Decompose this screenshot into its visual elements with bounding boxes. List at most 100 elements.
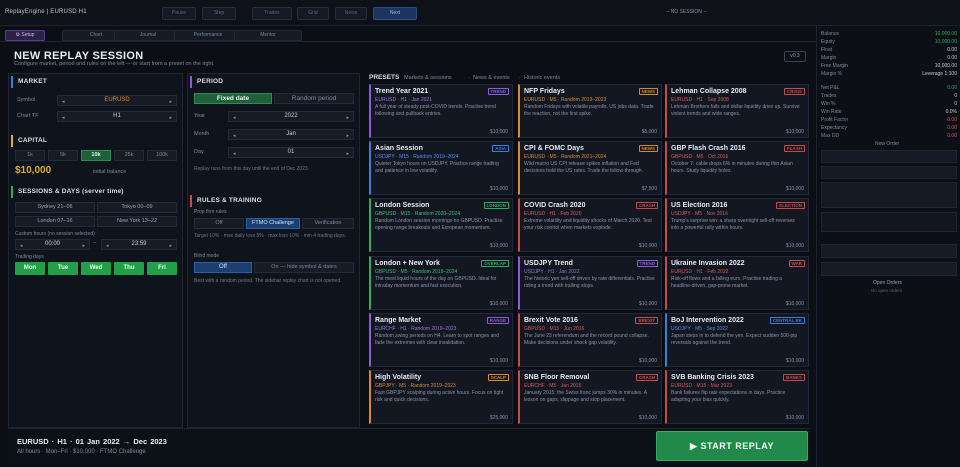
capital-option-10k[interactable]: 10k (81, 150, 111, 161)
preset-card[interactable]: Brexit Vote 2016 GBPUSD · M15 · Jun 2016 T… (518, 313, 662, 367)
market-heading: MARKET (11, 76, 181, 88)
chevron-left-icon: ◂ (233, 133, 236, 139)
account-key: Free Margin (821, 63, 848, 69)
year-select[interactable]: ◂ 2022 ▸ (228, 111, 354, 122)
preset-card[interactable]: GBP Flash Crash 2016 GBPUSD · M5 · Oct 20… (665, 141, 809, 195)
preset-card[interactable]: Asian Session USDJPY · M15 · Random 2019–… (369, 141, 513, 195)
preset-capital: $10,000 (489, 243, 508, 249)
grid-button[interactable]: Grid (297, 7, 329, 20)
prop-verification[interactable]: Verification (302, 218, 354, 229)
preset-card[interactable]: US Election 2016 USDJPY · M5 · Nov 2016 Tr… (665, 198, 809, 252)
mode-random-period[interactable]: Random period (274, 93, 354, 104)
preset-badge: SCALP (487, 374, 509, 381)
capital-option-25k[interactable]: 25k (114, 150, 144, 161)
no-orders-text: No open orders (871, 288, 903, 293)
account-value: 10,000.00 (934, 63, 957, 69)
next-button[interactable]: Next (373, 7, 417, 20)
preset-title: NFP Fridays (524, 88, 565, 95)
custom-hours-from[interactable]: ◂ 00:00 ▸ (15, 239, 90, 250)
preset-badge: BANKS (782, 374, 805, 381)
news-button[interactable]: News (335, 7, 367, 20)
range-dash: – (93, 240, 97, 246)
tab-mentor[interactable]: Mentor (234, 30, 302, 41)
middle-column: PERIOD Fixed date Random period Year ◂ 2… (187, 73, 360, 428)
stat-row: Win Rate 0.0% (821, 108, 957, 116)
version-badge: v0.3 (784, 51, 806, 62)
tab-setup[interactable]: ⚙ Setup (5, 30, 45, 41)
preset-card[interactable]: USDJPY Trend USDJPY · H1 · Jan 2022 The hi… (518, 256, 662, 310)
filter-sep: · (519, 75, 521, 81)
tab-performance[interactable]: Performance (174, 30, 242, 41)
capital-option-5k[interactable]: 5k (48, 150, 78, 161)
preset-capital: $10,000 (785, 243, 804, 249)
preset-capital: $10,000 (489, 301, 508, 307)
filter-historic-events[interactable]: Historic events (524, 75, 560, 81)
lot-size-input[interactable] (821, 166, 957, 179)
start-replay-button[interactable]: ▶ START REPLAY (656, 431, 808, 461)
prop-rules-label: Prop firm rules (194, 209, 227, 215)
chevron-left-icon: ◂ (233, 115, 236, 121)
preset-card[interactable]: Lehman Collapse 2008 EURUSD · H1 · Sep 20… (665, 84, 809, 138)
preset-card[interactable]: BoJ Intervention 2022 USDJPY · M5 · Sep 2… (665, 313, 809, 367)
day-tue[interactable]: Tue (48, 262, 78, 275)
month-select[interactable]: ◂ Jan ▸ (228, 129, 354, 140)
preset-card[interactable]: London Session GBPUSD · M15 · Random 2020… (369, 198, 513, 252)
filter-sep: · (468, 75, 470, 81)
day-mon[interactable]: Mon (15, 262, 45, 275)
session-london[interactable]: London 07–16 (15, 216, 95, 227)
period-note: Replay runs from this day until the end … (194, 166, 310, 172)
preset-card[interactable]: Range Market EURCHF · H1 · Random 2019–20… (369, 313, 513, 367)
preset-subtitle: EURUSD · H1 · Feb 2022 (671, 269, 729, 275)
session-tokyo[interactable]: Tokyo 00–09 (97, 202, 177, 213)
trading-days-label: Trading days (15, 254, 44, 260)
preset-capital: $10,000 (785, 415, 804, 421)
preset-card[interactable]: NFP Fridays EURUSD · M5 · Random 2019–202… (518, 84, 662, 138)
pause-button[interactable]: Pause (162, 7, 196, 20)
account-key: Margin % (821, 71, 843, 77)
day-wed[interactable]: Wed (81, 262, 111, 275)
preset-card[interactable]: SVB Banking Crisis 2023 EURUSD · M15 · Ma… (665, 370, 809, 424)
preset-badge: WAR (788, 260, 805, 267)
blind-on[interactable]: On — hide symbol & dates (254, 262, 354, 273)
order-type-select[interactable] (821, 150, 957, 163)
prop-off[interactable]: Off (194, 218, 244, 229)
sl-tp-inputs[interactable] (821, 182, 957, 208)
day-fri[interactable]: Fri (147, 262, 177, 275)
buy-sell-buttons[interactable] (821, 212, 957, 232)
preset-card[interactable]: Ukraine Invasion 2022 EURUSD · H1 · Feb 2… (665, 256, 809, 310)
preset-card[interactable]: SNB Floor Removal EURCHF · M5 · Jan 2015 J… (518, 370, 662, 424)
breakeven-button[interactable] (821, 262, 957, 276)
close-all-button[interactable] (821, 244, 957, 258)
day-select[interactable]: ◂ 01 ▸ (228, 147, 354, 158)
preset-capital: $10,000 (785, 186, 804, 192)
market-section: MARKET Symbol ◂ EURUSD ▸ Chart TF ◂ H1 ▸ (11, 76, 181, 122)
trades-button[interactable]: Trades (252, 7, 292, 20)
prop-ftmo-challenge[interactable]: FTMO Challenge (246, 218, 300, 229)
session-sydney[interactable]: Sydney 21–06 (15, 202, 95, 213)
tab-journal[interactable]: Journal (114, 30, 182, 41)
stat-value: 0 (954, 93, 957, 99)
preset-card[interactable]: High Volatility GBPJPY · M5 · Random 2019… (369, 370, 513, 424)
preset-subtitle: EURUSD · H1 · Sep 2008 (671, 97, 729, 103)
step-button[interactable]: Step (202, 7, 236, 20)
symbol-select[interactable]: ◂ EURUSD ▸ (57, 95, 177, 106)
capital-option-1k[interactable]: 1k (15, 150, 45, 161)
session-new-york[interactable]: New York 13–22 (97, 216, 177, 227)
preset-card[interactable]: COVID Crash 2020 EURUSD · H1 · Feb 2020 Ex… (518, 198, 662, 252)
filter-news-events[interactable]: News & events (473, 75, 510, 81)
preset-title: COVID Crash 2020 (524, 202, 586, 209)
stat-key: Profit Factor (821, 117, 849, 123)
blind-off[interactable]: Off (194, 262, 252, 273)
mode-fixed-date[interactable]: Fixed date (194, 93, 272, 104)
preset-card[interactable]: London + New York GBPUSD · M5 · Random 20… (369, 256, 513, 310)
filter-markets-sessions[interactable]: Markets & sessions (404, 75, 452, 81)
preset-card[interactable]: CPI & FOMC Days EURUSD · M5 · Random 2021… (518, 141, 662, 195)
capital-option-100k[interactable]: 100k (147, 150, 177, 161)
preset-card[interactable]: Trend Year 2021 EURUSD · H1 · Jan 2021 A f… (369, 84, 513, 138)
custom-hours-to[interactable]: ◂ 23:59 ▸ (101, 239, 177, 250)
account-value: 10,000.00 (934, 31, 957, 37)
preset-title: Range Market (375, 317, 421, 324)
preset-subtitle: EURUSD · H1 · Jan 2021 (375, 97, 432, 103)
timeframe-select[interactable]: ◂ H1 ▸ (57, 111, 177, 122)
day-thu[interactable]: Thu (114, 262, 144, 275)
